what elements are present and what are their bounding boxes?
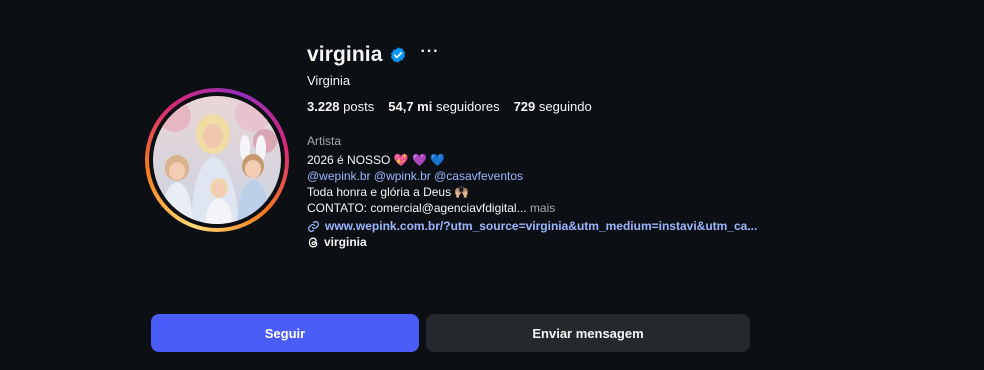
posts-stat[interactable]: 3.228 posts [307, 99, 374, 114]
send-message-button[interactable]: Enviar mensagem [426, 314, 750, 352]
external-link-text: www.wepink.com.br/?utm_source=virginia&u… [325, 219, 758, 233]
posts-label: posts [343, 99, 375, 114]
threads-icon [307, 236, 320, 249]
profile-category: Artista [307, 134, 342, 148]
bio-contact: CONTATO: comercial@agenciavfdigital... m… [307, 200, 555, 216]
profile-stats: 3.228 posts 54,7 mi seguidores 729 segui… [307, 99, 606, 114]
following-count: 729 [513, 99, 536, 114]
username: virginia [307, 43, 383, 66]
bio-mentions: @wepink.br @wpink.br @casavfeventos [307, 168, 555, 184]
followers-stat[interactable]: 54,7 mi seguidores [388, 99, 499, 114]
bio: 2026 é NOSSO 💖 💜 💙 @wepink.br @wpink.br … [307, 152, 555, 216]
threads-handle: virginia [324, 235, 367, 249]
avatar[interactable] [153, 96, 281, 224]
mention-link[interactable]: @casavfeventos [434, 169, 523, 183]
full-name: Virginia [307, 73, 351, 88]
bio-line: Toda honra e glória a Deus 🙌🏼 [307, 185, 470, 199]
follow-button[interactable]: Seguir [151, 314, 419, 352]
posts-count: 3.228 [307, 99, 340, 114]
contact-text: CONTATO: comercial@agenciavfdigital... [307, 201, 527, 215]
threads-badge[interactable]: virginia [307, 235, 367, 249]
verified-badge-icon [389, 46, 407, 64]
avatar-gap [149, 92, 285, 228]
more-options-icon[interactable]: ··· [421, 44, 440, 60]
external-link[interactable]: www.wepink.com.br/?utm_source=virginia&u… [307, 219, 757, 233]
following-stat[interactable]: 729 seguindo [514, 99, 592, 114]
mention-link[interactable]: @wepink.br [307, 169, 371, 183]
bio-line: 2026 é NOSSO 💖 💜 💙 [307, 153, 446, 167]
mention-link[interactable]: @wpink.br [374, 169, 431, 183]
username-row: virginia ··· [307, 40, 439, 70]
bio-more-link[interactable]: mais [530, 201, 555, 215]
following-label: seguindo [538, 99, 592, 114]
story-ring[interactable] [145, 88, 289, 232]
link-icon [307, 220, 320, 233]
followers-label: seguidores [435, 99, 500, 114]
followers-count: 54,7 mi [388, 99, 433, 114]
